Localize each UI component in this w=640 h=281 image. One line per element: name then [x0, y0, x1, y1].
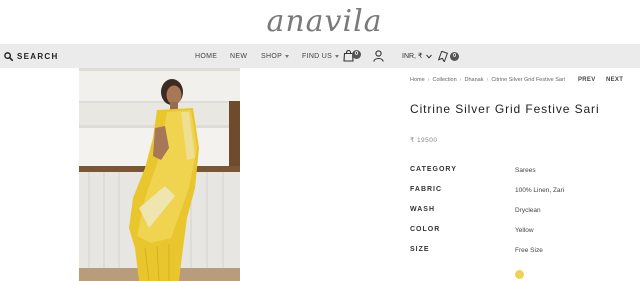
color-swatch-yellow[interactable]	[515, 270, 524, 279]
attr-label-fabric: FABRIC	[410, 186, 443, 193]
cart-button[interactable]: 0	[343, 44, 363, 68]
nav-item-find-us-label: FIND US	[302, 52, 333, 60]
nav-item-shop[interactable]: SHOP	[261, 44, 290, 68]
wishlist-count-badge: 0	[450, 51, 459, 61]
nav-item-new[interactable]: NEW	[230, 44, 247, 68]
attr-label-size: SIZE	[410, 246, 430, 253]
attr-label-category: CATEGORY	[410, 166, 457, 173]
product-title: Citrine Silver Grid Festive Sari	[410, 102, 600, 116]
account-button[interactable]	[373, 44, 384, 68]
breadcrumb-current: Citrine Silver Grid Festive Sari	[491, 77, 565, 83]
attr-label-wash: WASH	[410, 206, 435, 213]
prev-link[interactable]: PREV	[578, 77, 596, 83]
user-icon	[373, 50, 384, 62]
attr-value-category: Sarees	[515, 167, 536, 174]
chevron-down-icon	[426, 54, 433, 59]
attr-value-color: Yellow	[515, 227, 534, 234]
breadcrumb-home[interactable]: Home	[410, 77, 425, 83]
search-button[interactable]: SEARCH	[4, 44, 59, 68]
attr-value-size: Free Size	[515, 247, 543, 254]
top-nav: SEARCH HOME NEW SHOP FIND US 0 INR, ₹ 0	[0, 44, 640, 68]
breadcrumb-collection[interactable]: Collection	[433, 77, 457, 83]
nav-item-find-us[interactable]: FIND US	[302, 44, 340, 68]
breadcrumb: Home › Collection › Dhanak › Citrine Sil…	[410, 77, 565, 83]
nav-item-shop-label: SHOP	[261, 52, 283, 60]
product-price: ₹ 19500	[410, 137, 438, 144]
chevron-down-icon	[335, 54, 340, 58]
currency-label: INR, ₹	[402, 53, 423, 60]
chevron-right-icon: ›	[486, 77, 489, 83]
product-image[interactable]	[79, 68, 240, 281]
next-link[interactable]: NEXT	[606, 77, 623, 83]
breadcrumb-dhanak[interactable]: Dhanak	[465, 77, 484, 83]
attr-value-wash: Dryclean	[515, 207, 541, 214]
currency-selector[interactable]: INR, ₹	[402, 44, 433, 68]
search-icon	[4, 51, 13, 61]
product-photo-illustration	[79, 68, 240, 281]
attr-value-fabric: 100% Linen, Zari	[515, 187, 565, 194]
search-label: SEARCH	[17, 51, 59, 61]
logo-bar: anavila	[0, 0, 640, 44]
nav-item-new-label: NEW	[230, 52, 248, 60]
chevron-right-icon: ›	[459, 77, 462, 83]
tag-icon	[438, 50, 448, 62]
chevron-right-icon: ›	[427, 77, 430, 83]
nav-item-home[interactable]: HOME	[195, 44, 217, 68]
wishlist-button[interactable]: 0	[438, 44, 459, 68]
attr-label-color: COLOR	[410, 226, 441, 233]
chevron-down-icon	[285, 54, 290, 58]
cart-count-badge: 0	[352, 50, 361, 59]
brand-logo[interactable]: anavila	[262, 2, 387, 42]
nav-item-home-label: HOME	[195, 52, 218, 60]
